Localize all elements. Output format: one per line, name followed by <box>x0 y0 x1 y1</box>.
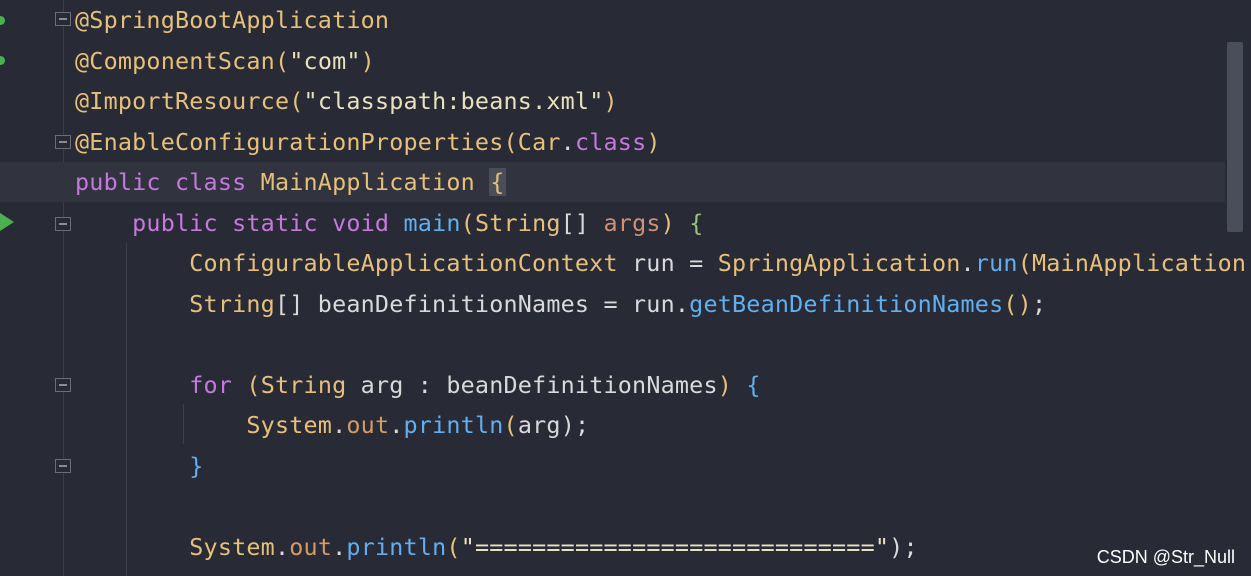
code-area[interactable]: @SpringBootApplication @ComponentScan("c… <box>0 0 1251 576</box>
paren: ( <box>289 87 304 115</box>
paren: ( <box>274 47 290 75</box>
class-name: MainApplication <box>1031 249 1247 277</box>
parameter: args <box>603 209 661 237</box>
code-editor[interactable]: @SpringBootApplication @ComponentScan("c… <box>0 0 1251 576</box>
annotation: @SpringBootApplication <box>75 6 390 34</box>
type-name: String <box>474 209 561 237</box>
brace: { <box>489 168 506 196</box>
brace: { <box>746 371 761 399</box>
code-line-13[interactable] <box>0 486 1225 526</box>
punctuation: ); <box>889 533 918 561</box>
code-line-8[interactable]: String[] beanDefinitionNames = run.getBe… <box>0 284 1225 324</box>
keyword: public static void <box>75 209 404 237</box>
paren: ) <box>717 371 747 399</box>
code-line-12[interactable]: } <box>0 446 1225 486</box>
variable: [] beanDefinitionNames = run. <box>274 290 690 318</box>
variable: arg <box>517 411 561 439</box>
variable: run = <box>632 249 718 277</box>
field-name: out <box>289 533 333 561</box>
dot: . <box>274 533 290 561</box>
method-name: println <box>403 411 504 439</box>
paren: ( <box>460 209 475 237</box>
paren: ( <box>503 411 518 439</box>
paren: ) <box>660 209 690 237</box>
annotation: @EnableConfigurationProperties <box>75 128 504 156</box>
code-line-11[interactable]: System.out.println(arg); <box>0 405 1225 445</box>
type-name: String <box>75 290 275 318</box>
dot: . <box>332 533 347 561</box>
code-line-6[interactable]: public static void main(String[] args) { <box>0 203 1225 243</box>
class-name: System <box>75 411 333 439</box>
keyword: public class <box>75 168 261 196</box>
paren: ( <box>246 371 261 399</box>
class-name: System <box>75 533 275 561</box>
variable: arg : beanDefinitionNames <box>360 371 718 399</box>
keyword: for <box>75 371 247 399</box>
watermark-text: CSDN @Str_Null <box>1096 547 1235 567</box>
code-line-7[interactable]: ConfigurableApplicationContext run = Spr… <box>0 243 1251 283</box>
dot: . <box>389 411 404 439</box>
string-literal: "============================" <box>460 533 890 561</box>
code-line-2[interactable]: @ComponentScan("com") <box>0 41 1225 81</box>
code-line-9[interactable] <box>0 324 1225 364</box>
code-line-10[interactable]: for (String arg : beanDefinitionNames) { <box>0 365 1225 405</box>
type-name: String <box>260 371 361 399</box>
dot: . <box>332 411 347 439</box>
method-name: println <box>346 533 447 561</box>
brace: } <box>75 452 204 480</box>
punctuation: ); <box>560 411 590 439</box>
paren: ) <box>646 128 661 156</box>
code-line-3[interactable]: @ImportResource("classpath:beans.xml") <box>0 81 1225 121</box>
code-line-4[interactable]: @EnableConfigurationProperties(Car.class… <box>0 122 1225 162</box>
dot: . <box>960 249 975 277</box>
paren: ) <box>603 87 618 115</box>
code-line-5[interactable]: public class MainApplication { <box>0 162 1225 202</box>
class-name: Car <box>517 128 561 156</box>
class-name: MainApplication <box>260 168 490 196</box>
dot: . <box>560 128 575 156</box>
paren: ( <box>1017 249 1032 277</box>
string-literal: "com" <box>289 47 361 75</box>
string-literal: "classpath:beans.xml" <box>303 87 604 115</box>
semicolon: ; <box>1031 290 1047 318</box>
annotation: @ImportResource <box>75 87 290 115</box>
class-name: SpringApplication <box>717 249 961 277</box>
paren: () <box>1003 290 1032 318</box>
field-name: out <box>346 411 390 439</box>
dot: .c <box>1246 249 1251 277</box>
punctuation: [] <box>560 209 604 237</box>
code-line-1[interactable]: @SpringBootApplication <box>0 0 1225 40</box>
method-name: getBeanDefinitionNames <box>689 290 1004 318</box>
code-line-14[interactable]: System.out.println("====================… <box>0 527 1225 567</box>
type-name: ConfigurableApplicationContext <box>75 249 633 277</box>
keyword: class <box>574 128 647 156</box>
method-name: run <box>974 249 1018 277</box>
vertical-scrollbar-thumb[interactable] <box>1227 42 1243 232</box>
brace: { <box>689 209 704 237</box>
paren: ( <box>503 128 518 156</box>
method-name: main <box>403 209 461 237</box>
paren: ( <box>446 533 461 561</box>
annotation: @ComponentScan <box>75 47 275 75</box>
paren: ) <box>360 47 375 75</box>
